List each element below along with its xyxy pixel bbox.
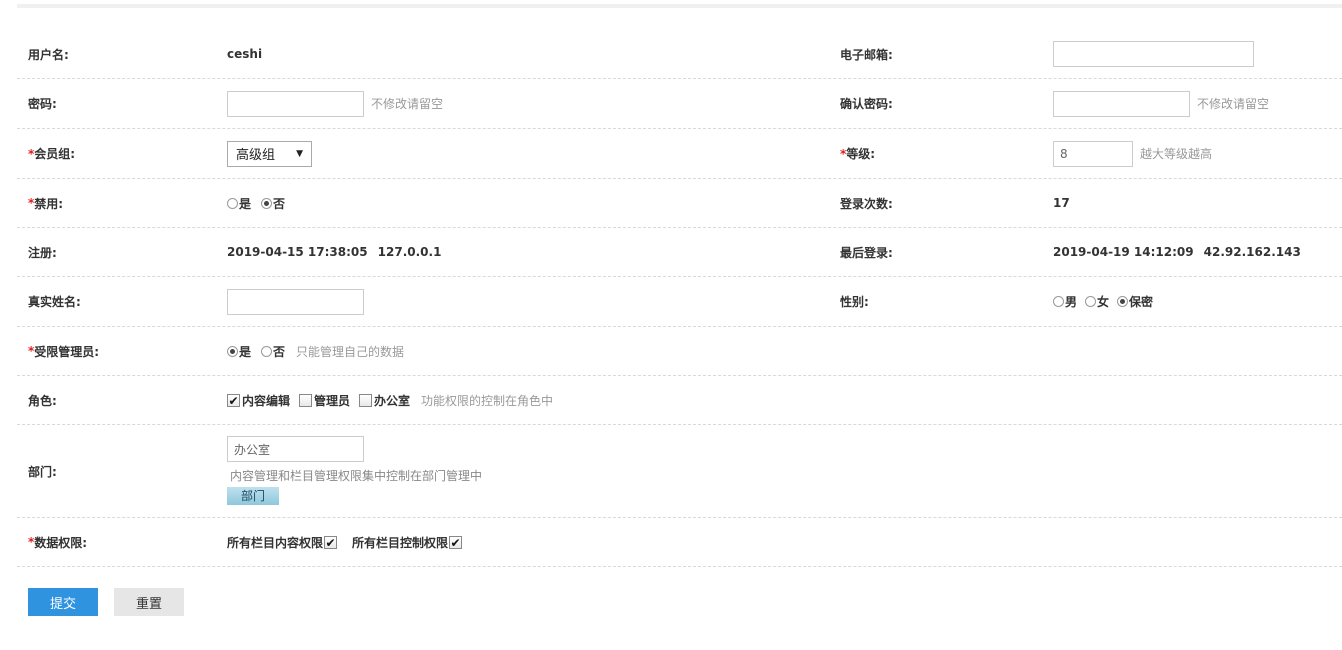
email-field[interactable]	[1053, 41, 1254, 67]
department-button[interactable]: 部门	[227, 487, 279, 505]
checkbox-checked-icon[interactable]: ✔	[324, 535, 338, 549]
submit-button[interactable]: 提交	[28, 588, 98, 616]
row-member-group: *会员组: 高级组 ▼ *等级: 越大等级越高	[17, 129, 1342, 179]
username-value: ceshi	[227, 47, 263, 61]
member-group-label: 会员组:	[34, 147, 76, 161]
gender-male-option[interactable]: 男	[1053, 293, 1077, 310]
row-limited-admin: * 受限管理员: 是 否 只能管理自己的数据	[17, 327, 1342, 376]
checkbox-checked-icon[interactable]: ✔	[227, 393, 240, 407]
checkbox-icon[interactable]	[359, 393, 373, 407]
row-department: 部门: 内容管理和栏目管理权限集中控制在部门管理中 部门	[17, 425, 1342, 518]
disabled-yes-option[interactable]: 是	[227, 195, 251, 212]
limited-admin-no-option[interactable]: 否	[261, 343, 285, 360]
radio-icon[interactable]	[1053, 296, 1064, 307]
row-username: 用户名: ceshi 电子邮箱:	[17, 30, 1342, 79]
level-hint: 越大等级越高	[1140, 147, 1213, 161]
role-content-editor-option[interactable]: ✔ 内容编辑	[227, 392, 290, 409]
row-real-name: 真实姓名: 性别: 男 女 保密	[17, 277, 1342, 327]
member-group-select[interactable]: 高级组 ▼	[227, 140, 312, 167]
roles-hint: 功能权限的控制在角色中	[421, 393, 554, 408]
radio-icon[interactable]	[1085, 296, 1097, 307]
register-datetime: 2019-04-15 17:38:05	[227, 245, 368, 259]
data-permission-label: 数据权限:	[34, 535, 88, 550]
member-group-selected: 高级组	[236, 148, 276, 163]
login-count-label: 登录次数:	[840, 196, 893, 211]
last-login-datetime: 2019-04-19 14:12:09	[1053, 245, 1194, 259]
checkbox-icon[interactable]	[299, 393, 313, 407]
disabled-no-option[interactable]: 否	[261, 195, 285, 212]
role-admin-option[interactable]: 管理员	[299, 392, 350, 409]
row-disabled: * 禁用: 是 否 登录次数: 17	[17, 179, 1342, 228]
dropdown-arrow-icon: ▼	[296, 148, 303, 159]
department-hint: 内容管理和栏目管理权限集中控制在部门管理中	[230, 469, 483, 483]
register-ip: 127.0.0.1	[377, 245, 442, 259]
last-login-label: 最后登录:	[840, 245, 893, 260]
limited-admin-hint: 只能管理自己的数据	[296, 344, 405, 359]
roles-label: 角色:	[28, 393, 57, 408]
row-password: 密码: 不修改请留空 确认密码: 不修改请留空	[17, 79, 1342, 129]
real-name-field[interactable]	[227, 288, 364, 315]
radio-icon[interactable]	[261, 345, 273, 357]
password-hint: 不修改请留空	[371, 97, 444, 111]
level-field[interactable]	[1053, 140, 1133, 167]
gender-female-option[interactable]: 女	[1085, 293, 1109, 310]
confirm-password-field[interactable]	[1053, 90, 1190, 117]
gender-label: 性别:	[840, 295, 869, 309]
row-register: 注册: 2019-04-15 17:38:05 127.0.0.1 最后登录: …	[17, 228, 1342, 277]
username-label: 用户名:	[28, 47, 69, 62]
radio-icon[interactable]	[227, 197, 238, 209]
radio-selected-icon[interactable]	[1117, 296, 1129, 307]
password-label: 密码:	[28, 97, 57, 111]
radio-selected-icon[interactable]	[261, 197, 273, 209]
confirm-password-label: 确认密码:	[840, 97, 893, 111]
last-login-ip: 42.92.162.143	[1203, 245, 1301, 259]
real-name-label: 真实姓名:	[28, 295, 81, 309]
row-data-permission: * 数据权限: 所有栏目内容权限 ✔ 所有栏目控制权限 ✔	[17, 518, 1342, 567]
row-roles: 角色: ✔ 内容编辑 管理员 办公室 功能权限的控制在角色中	[17, 376, 1342, 425]
login-count-value: 17	[1053, 196, 1070, 210]
checkbox-checked-icon[interactable]: ✔	[449, 535, 463, 549]
all-column-content-permission-option[interactable]: 所有栏目内容权限 ✔	[227, 534, 339, 551]
email-label: 电子邮箱:	[840, 47, 893, 62]
limited-admin-yes-option[interactable]: 是	[227, 343, 251, 360]
limited-admin-label: 受限管理员:	[34, 344, 100, 359]
all-column-control-permission-option[interactable]: 所有栏目控制权限 ✔	[352, 534, 464, 551]
top-divider	[17, 4, 1342, 8]
password-field[interactable]	[227, 90, 364, 117]
role-office-option[interactable]: 办公室	[359, 392, 410, 409]
department-field[interactable]	[227, 436, 364, 462]
disabled-label: 禁用:	[34, 196, 64, 211]
reset-button[interactable]: 重置	[114, 588, 184, 616]
gender-secret-option[interactable]: 保密	[1117, 293, 1153, 310]
radio-selected-icon[interactable]	[227, 345, 238, 357]
level-label: 等级:	[846, 147, 876, 161]
department-label: 部门:	[28, 464, 57, 479]
register-label: 注册:	[28, 245, 57, 260]
confirm-password-hint: 不修改请留空	[1197, 97, 1270, 111]
